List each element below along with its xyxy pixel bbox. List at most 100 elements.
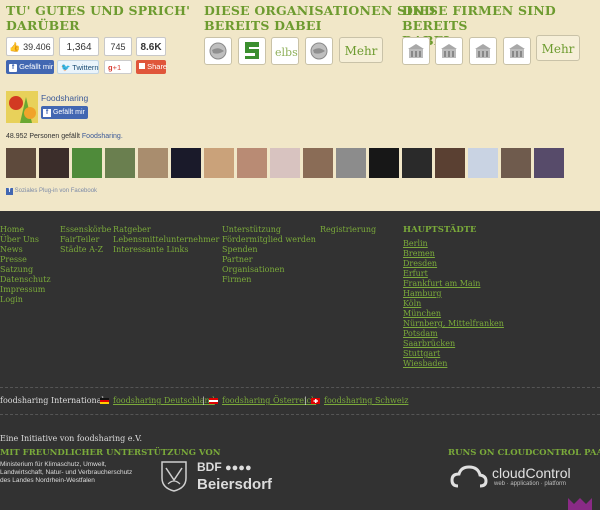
firm-logo-4[interactable]: [503, 37, 531, 65]
org-logo-green[interactable]: [238, 37, 266, 65]
capital-link[interactable]: Köln: [403, 299, 421, 309]
footer-link[interactable]: Interessante Links: [113, 245, 188, 255]
twitter-button[interactable]: 🐦 Twittern: [57, 60, 99, 74]
beiersdorf-logo[interactable]: Beiersdorf: [197, 476, 272, 493]
flag-austria-icon: [209, 398, 218, 404]
recycle-logo-icon: [245, 42, 259, 59]
firm-logo-1[interactable]: [402, 37, 430, 65]
footer-link[interactable]: Über Uns: [0, 235, 39, 245]
building-icon: [408, 44, 424, 58]
fb-like-count-box[interactable]: 👍 39.406: [6, 37, 54, 56]
intl-link-de[interactable]: foodsharing Deutschland: [113, 396, 215, 406]
fb-fan-avatar[interactable]: [171, 148, 201, 178]
fb-fan-avatar[interactable]: [270, 148, 300, 178]
footer-link[interactable]: Fördermitglied werden: [222, 235, 316, 245]
capital-link[interactable]: Stuttgart: [403, 349, 440, 359]
divider: [0, 387, 600, 388]
fb-fan-avatar[interactable]: [39, 148, 69, 178]
fb-fan-avatar[interactable]: [501, 148, 531, 178]
fb-fan-avatar[interactable]: [369, 148, 399, 178]
capital-link[interactable]: Potsdam: [403, 329, 438, 339]
fb-fan-avatar[interactable]: [6, 148, 36, 178]
fb-fan-avatar[interactable]: [204, 148, 234, 178]
fb-fan-avatar[interactable]: [138, 148, 168, 178]
fb-plugin-note[interactable]: f Soziales Plug-in von Facebook: [6, 188, 97, 195]
intl-link-at[interactable]: foodsharing Österreich: [222, 396, 316, 406]
bottom-corner-logo-icon[interactable]: [566, 494, 592, 510]
facebook-icon: f: [43, 109, 51, 117]
footer-link[interactable]: Home: [0, 225, 24, 235]
footer-link[interactable]: Impressum: [0, 285, 45, 295]
firm-logo-2[interactable]: [435, 37, 463, 65]
fb-fan-avatar[interactable]: [468, 148, 498, 178]
building-icon: [475, 44, 491, 58]
capital-link[interactable]: München: [403, 309, 441, 319]
footer-link[interactable]: Unterstützung: [222, 225, 281, 235]
share-button[interactable]: Share: [136, 60, 167, 74]
footer-link[interactable]: Städte A-Z: [60, 245, 103, 255]
share-count-box: 8.6K: [136, 37, 166, 56]
footer-link[interactable]: News: [0, 245, 23, 255]
footer-link[interactable]: Satzung: [0, 265, 33, 275]
org-logo-globe-1[interactable]: [204, 37, 232, 65]
capital-link[interactable]: Nürnberg, Mittelfranken: [403, 319, 504, 329]
firm-logo-3[interactable]: [469, 37, 497, 65]
footer-link[interactable]: FairTeiler: [60, 235, 99, 245]
footer-link[interactable]: Presse: [0, 255, 27, 265]
fb-fan-avatar[interactable]: [303, 148, 333, 178]
fb-fan-avatar[interactable]: [72, 148, 102, 178]
capital-link[interactable]: Frankfurt am Main: [403, 279, 480, 289]
footer-link[interactable]: Ratgeber: [113, 225, 151, 235]
footer-link[interactable]: Partner: [222, 255, 253, 265]
ministry-logo[interactable]: Ministerium für Klimaschutz, Umwelt, Lan…: [0, 461, 132, 485]
capital-link[interactable]: Berlin: [403, 239, 428, 249]
orgs-more-button[interactable]: Mehr: [339, 37, 383, 63]
fb-fan-avatar[interactable]: [435, 148, 465, 178]
bdf-logo[interactable]: BDF ●●●●: [197, 460, 252, 474]
capital-link[interactable]: Dresden: [403, 259, 437, 269]
fb-page-name[interactable]: Foodsharing: [41, 93, 88, 103]
capital-link[interactable]: Saarbrücken: [403, 339, 455, 349]
fb-fan-avatar[interactable]: [534, 148, 564, 178]
fb-fan-avatar[interactable]: [237, 148, 267, 178]
capital-link[interactable]: Hamburg: [403, 289, 442, 299]
footer-link[interactable]: Lebensmittelunternehmer: [113, 235, 219, 245]
footer-link[interactable]: Spenden: [222, 245, 258, 255]
capital-link[interactable]: Erfurt: [403, 269, 428, 279]
fb-people-count: 48.952 Personen gefällt Foodsharing.: [6, 133, 123, 140]
vegetables-photo-icon: [6, 91, 38, 123]
capital-link[interactable]: Wiesbaden: [403, 359, 447, 369]
cloud-heading: RUNS ON CLOUDCONTROL PAAS: [448, 448, 600, 458]
fb-fan-avatar[interactable]: [105, 148, 135, 178]
footer-link[interactable]: Essenskörbe: [60, 225, 111, 235]
org-logo-elbs[interactable]: elbs: [271, 37, 299, 65]
fb-fan-avatar[interactable]: [402, 148, 432, 178]
fb-page-link[interactable]: Foodsharing.: [82, 133, 123, 140]
facebook-icon: f: [6, 188, 13, 195]
intl-separator: |: [304, 396, 307, 405]
flag-germany-icon: [100, 398, 109, 404]
footer-link[interactable]: Login: [0, 295, 23, 305]
intl-link-ch[interactable]: foodsharing Schweiz: [324, 396, 408, 406]
flag-switzerland-icon: [311, 398, 320, 404]
firms-more-button[interactable]: Mehr: [536, 35, 580, 61]
cloudcontrol-logo[interactable]: cloudControl: [492, 465, 571, 481]
thumbs-up-icon: 👍: [9, 42, 21, 52]
gplus-button[interactable]: g+1: [104, 60, 132, 74]
fb-like-button[interactable]: f Gefällt mir: [6, 60, 54, 74]
facebook-icon: f: [9, 64, 17, 72]
cloud-tagline: web · application · platform: [494, 481, 567, 487]
building-icon: [441, 44, 457, 58]
foodsharing-page-avatar[interactable]: [6, 91, 38, 123]
footer-link[interactable]: Datenschutz: [0, 275, 51, 285]
share-heading: TU' GUTES UND SPRICH' DARÜBER: [6, 3, 191, 33]
footer-link[interactable]: Firmen: [222, 275, 251, 285]
footer-link[interactable]: Organisationen: [222, 265, 285, 275]
fb-fan-avatar[interactable]: [336, 148, 366, 178]
fb-page-like-button[interactable]: f Gefällt mir: [41, 106, 88, 119]
bdf-dots-icon: ●●●●: [225, 462, 252, 474]
org-logo-globe-2[interactable]: [305, 37, 333, 65]
capital-link[interactable]: Bremen: [403, 249, 435, 259]
building-icon: [509, 44, 525, 58]
footer-link[interactable]: Registrierung: [320, 225, 376, 235]
